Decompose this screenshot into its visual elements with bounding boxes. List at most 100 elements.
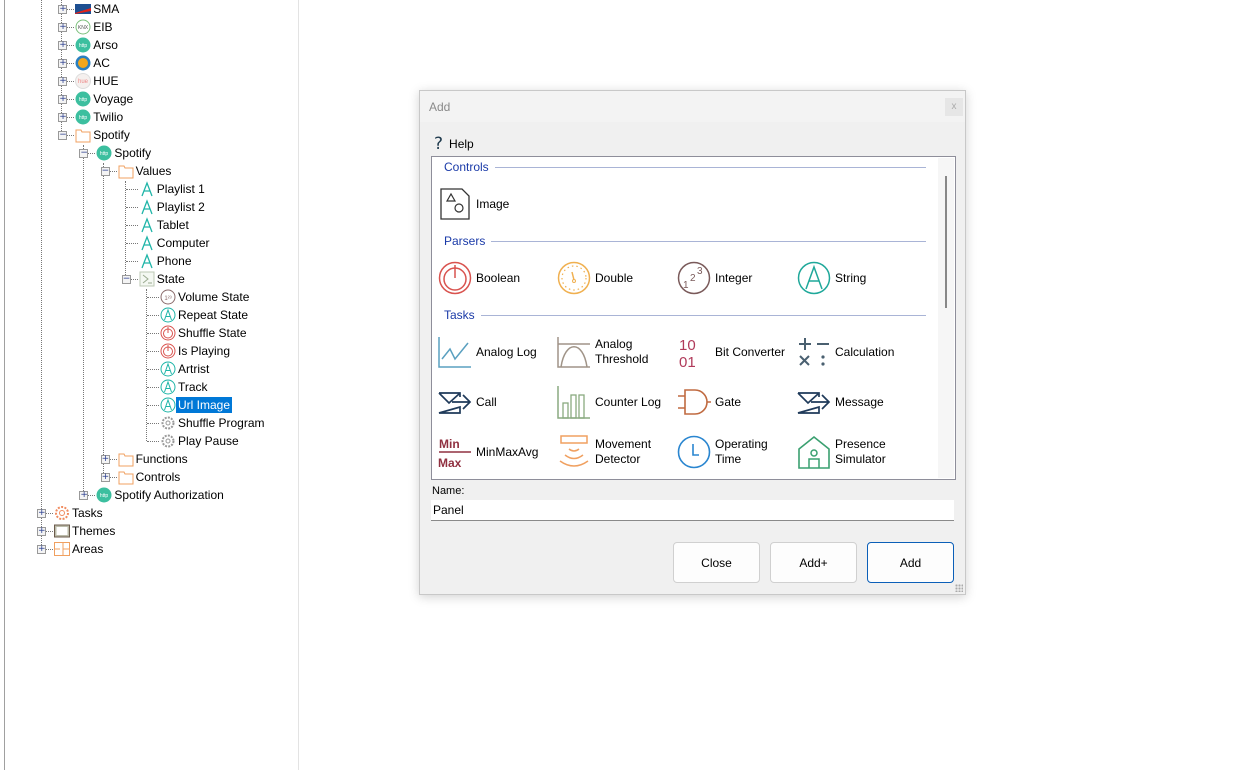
- tree-item[interactable]: Shuffle Program: [176, 415, 267, 431]
- component-minmaxavg[interactable]: Min Max MinMaxAvg: [438, 432, 556, 472]
- component-string[interactable]: String: [797, 258, 915, 298]
- section-divider: [494, 166, 926, 168]
- collapse-toggle[interactable]: −: [100, 167, 110, 176]
- dialog-title: Add: [429, 100, 451, 114]
- component-gate[interactable]: Gate: [677, 382, 795, 422]
- expand-toggle[interactable]: +: [58, 23, 68, 32]
- tree-item[interactable]: Playlist 2: [155, 199, 207, 215]
- add-button[interactable]: Add: [867, 542, 954, 583]
- integer-icon: 123: [677, 261, 711, 295]
- expand-toggle[interactable]: +: [58, 113, 68, 122]
- string-plain-icon: [141, 199, 153, 215]
- tree-item[interactable]: Spotify Authorization: [112, 487, 225, 503]
- tree-item[interactable]: Computer: [155, 235, 212, 251]
- tree-item[interactable]: Repeat State: [176, 307, 250, 323]
- component-analog-log[interactable]: Analog Log: [438, 332, 556, 372]
- dialog-close-button[interactable]: x: [945, 98, 963, 116]
- component-operating-time[interactable]: Operating Time: [677, 432, 795, 472]
- component-label: Bit Converter: [715, 344, 786, 359]
- string-icon: [160, 379, 176, 395]
- tree-item[interactable]: State: [155, 271, 187, 287]
- component-integer[interactable]: 1 2 3 Integer: [677, 258, 795, 298]
- expand-toggle[interactable]: +: [37, 545, 46, 554]
- component-counter-log[interactable]: Counter Log: [557, 382, 675, 422]
- expand-toggle[interactable]: +: [100, 455, 110, 464]
- tree-item[interactable]: Arso: [91, 37, 120, 53]
- tree-item[interactable]: Shuffle State: [176, 325, 249, 341]
- tree-item[interactable]: Spotify: [91, 127, 132, 143]
- expand-toggle[interactable]: +: [58, 41, 68, 50]
- tree-item[interactable]: Url Image: [176, 397, 233, 413]
- tree-connector: [147, 369, 159, 370]
- tree-item[interactable]: Areas: [70, 541, 105, 557]
- tree-item[interactable]: AC: [91, 55, 112, 71]
- svg-text:http: http: [79, 97, 88, 103]
- collapse-toggle[interactable]: −: [58, 131, 68, 140]
- tree-item[interactable]: EIB: [91, 19, 114, 35]
- tree-connector: [147, 297, 159, 298]
- name-input[interactable]: [431, 500, 954, 521]
- tree-item[interactable]: Phone: [155, 253, 194, 269]
- project-tree[interactable]: + SMA + KNX EIB + http Arso + AC + hue HUE + http Voyag…: [4, 0, 295, 770]
- tree-item[interactable]: SMA: [91, 1, 121, 17]
- svg-text:3: 3: [697, 266, 703, 277]
- tree-item[interactable]: Values: [134, 163, 174, 179]
- component-bit-converter[interactable]: 10 01 Bit Converter: [677, 332, 795, 372]
- expand-toggle[interactable]: +: [58, 77, 68, 86]
- expand-toggle[interactable]: +: [58, 95, 68, 104]
- component-label: Image: [476, 196, 510, 211]
- component-call[interactable]: Call: [438, 382, 556, 422]
- tree-item[interactable]: Track: [176, 379, 210, 395]
- expand-toggle[interactable]: +: [37, 509, 46, 518]
- tree-item[interactable]: Playlist 1: [155, 181, 207, 197]
- expand-toggle[interactable]: +: [58, 5, 68, 14]
- component-label: Integer: [715, 270, 753, 285]
- expand-toggle[interactable]: +: [79, 491, 89, 500]
- folder-icon: [118, 453, 134, 467]
- help-button[interactable]: ? Help: [434, 134, 474, 154]
- tree-item[interactable]: Tasks: [70, 505, 105, 521]
- component-image[interactable]: Image: [438, 184, 556, 224]
- tree-item[interactable]: Is Playing: [176, 343, 232, 359]
- resize-grip[interactable]: [955, 584, 963, 592]
- expand-toggle[interactable]: +: [37, 527, 46, 536]
- folder-icon: [118, 471, 134, 485]
- tree-item[interactable]: Themes: [70, 523, 117, 539]
- component-boolean[interactable]: Boolean: [438, 258, 556, 298]
- gear-icon: [161, 434, 175, 448]
- tree-item[interactable]: Play Pause: [176, 433, 241, 449]
- tree-item[interactable]: Tablet: [155, 217, 191, 233]
- operating-time-icon: [677, 435, 711, 469]
- scrollbar[interactable]: [938, 158, 954, 478]
- component-movement-detector[interactable]: Movement Detector: [557, 432, 675, 472]
- expand-toggle[interactable]: +: [58, 59, 68, 68]
- add-plus-button[interactable]: Add+: [770, 542, 857, 583]
- tree-item[interactable]: Functions: [134, 451, 190, 467]
- tree-item[interactable]: Spotify: [112, 145, 153, 161]
- component-calculation[interactable]: Calculation: [797, 332, 915, 372]
- tree-item[interactable]: Artrist: [176, 361, 211, 377]
- component-message[interactable]: Message: [797, 382, 915, 422]
- component-double[interactable]: Double: [557, 258, 675, 298]
- tree-item[interactable]: Voyage: [91, 91, 135, 107]
- tree-item[interactable]: Controls: [134, 469, 183, 485]
- tree-item[interactable]: Volume State: [176, 289, 251, 305]
- collapse-toggle[interactable]: −: [121, 275, 131, 284]
- scrollbar-thumb[interactable]: [945, 176, 947, 308]
- component-label: Counter Log: [595, 394, 662, 409]
- close-button[interactable]: Close: [673, 542, 760, 583]
- component-analog-threshold[interactable]: Analog Threshold: [557, 332, 675, 372]
- tree-item[interactable]: Twilio: [91, 109, 125, 125]
- call-icon: [438, 392, 472, 414]
- tree-item[interactable]: HUE: [91, 73, 120, 89]
- splitter[interactable]: [291, 0, 299, 770]
- component-list[interactable]: Controls Image Parsers Boolean Double 1 2 3 Inte…: [431, 156, 956, 480]
- expand-toggle[interactable]: +: [100, 473, 110, 482]
- string-plain-icon: [141, 217, 153, 233]
- collapse-toggle[interactable]: −: [79, 149, 89, 158]
- component-label: Calculation: [835, 344, 895, 359]
- section-header: Controls: [444, 160, 926, 174]
- component-presence-simulator[interactable]: Presence Simulator: [797, 432, 915, 472]
- areas-icon: [54, 542, 70, 556]
- component-label: Movement Detector: [595, 437, 652, 466]
